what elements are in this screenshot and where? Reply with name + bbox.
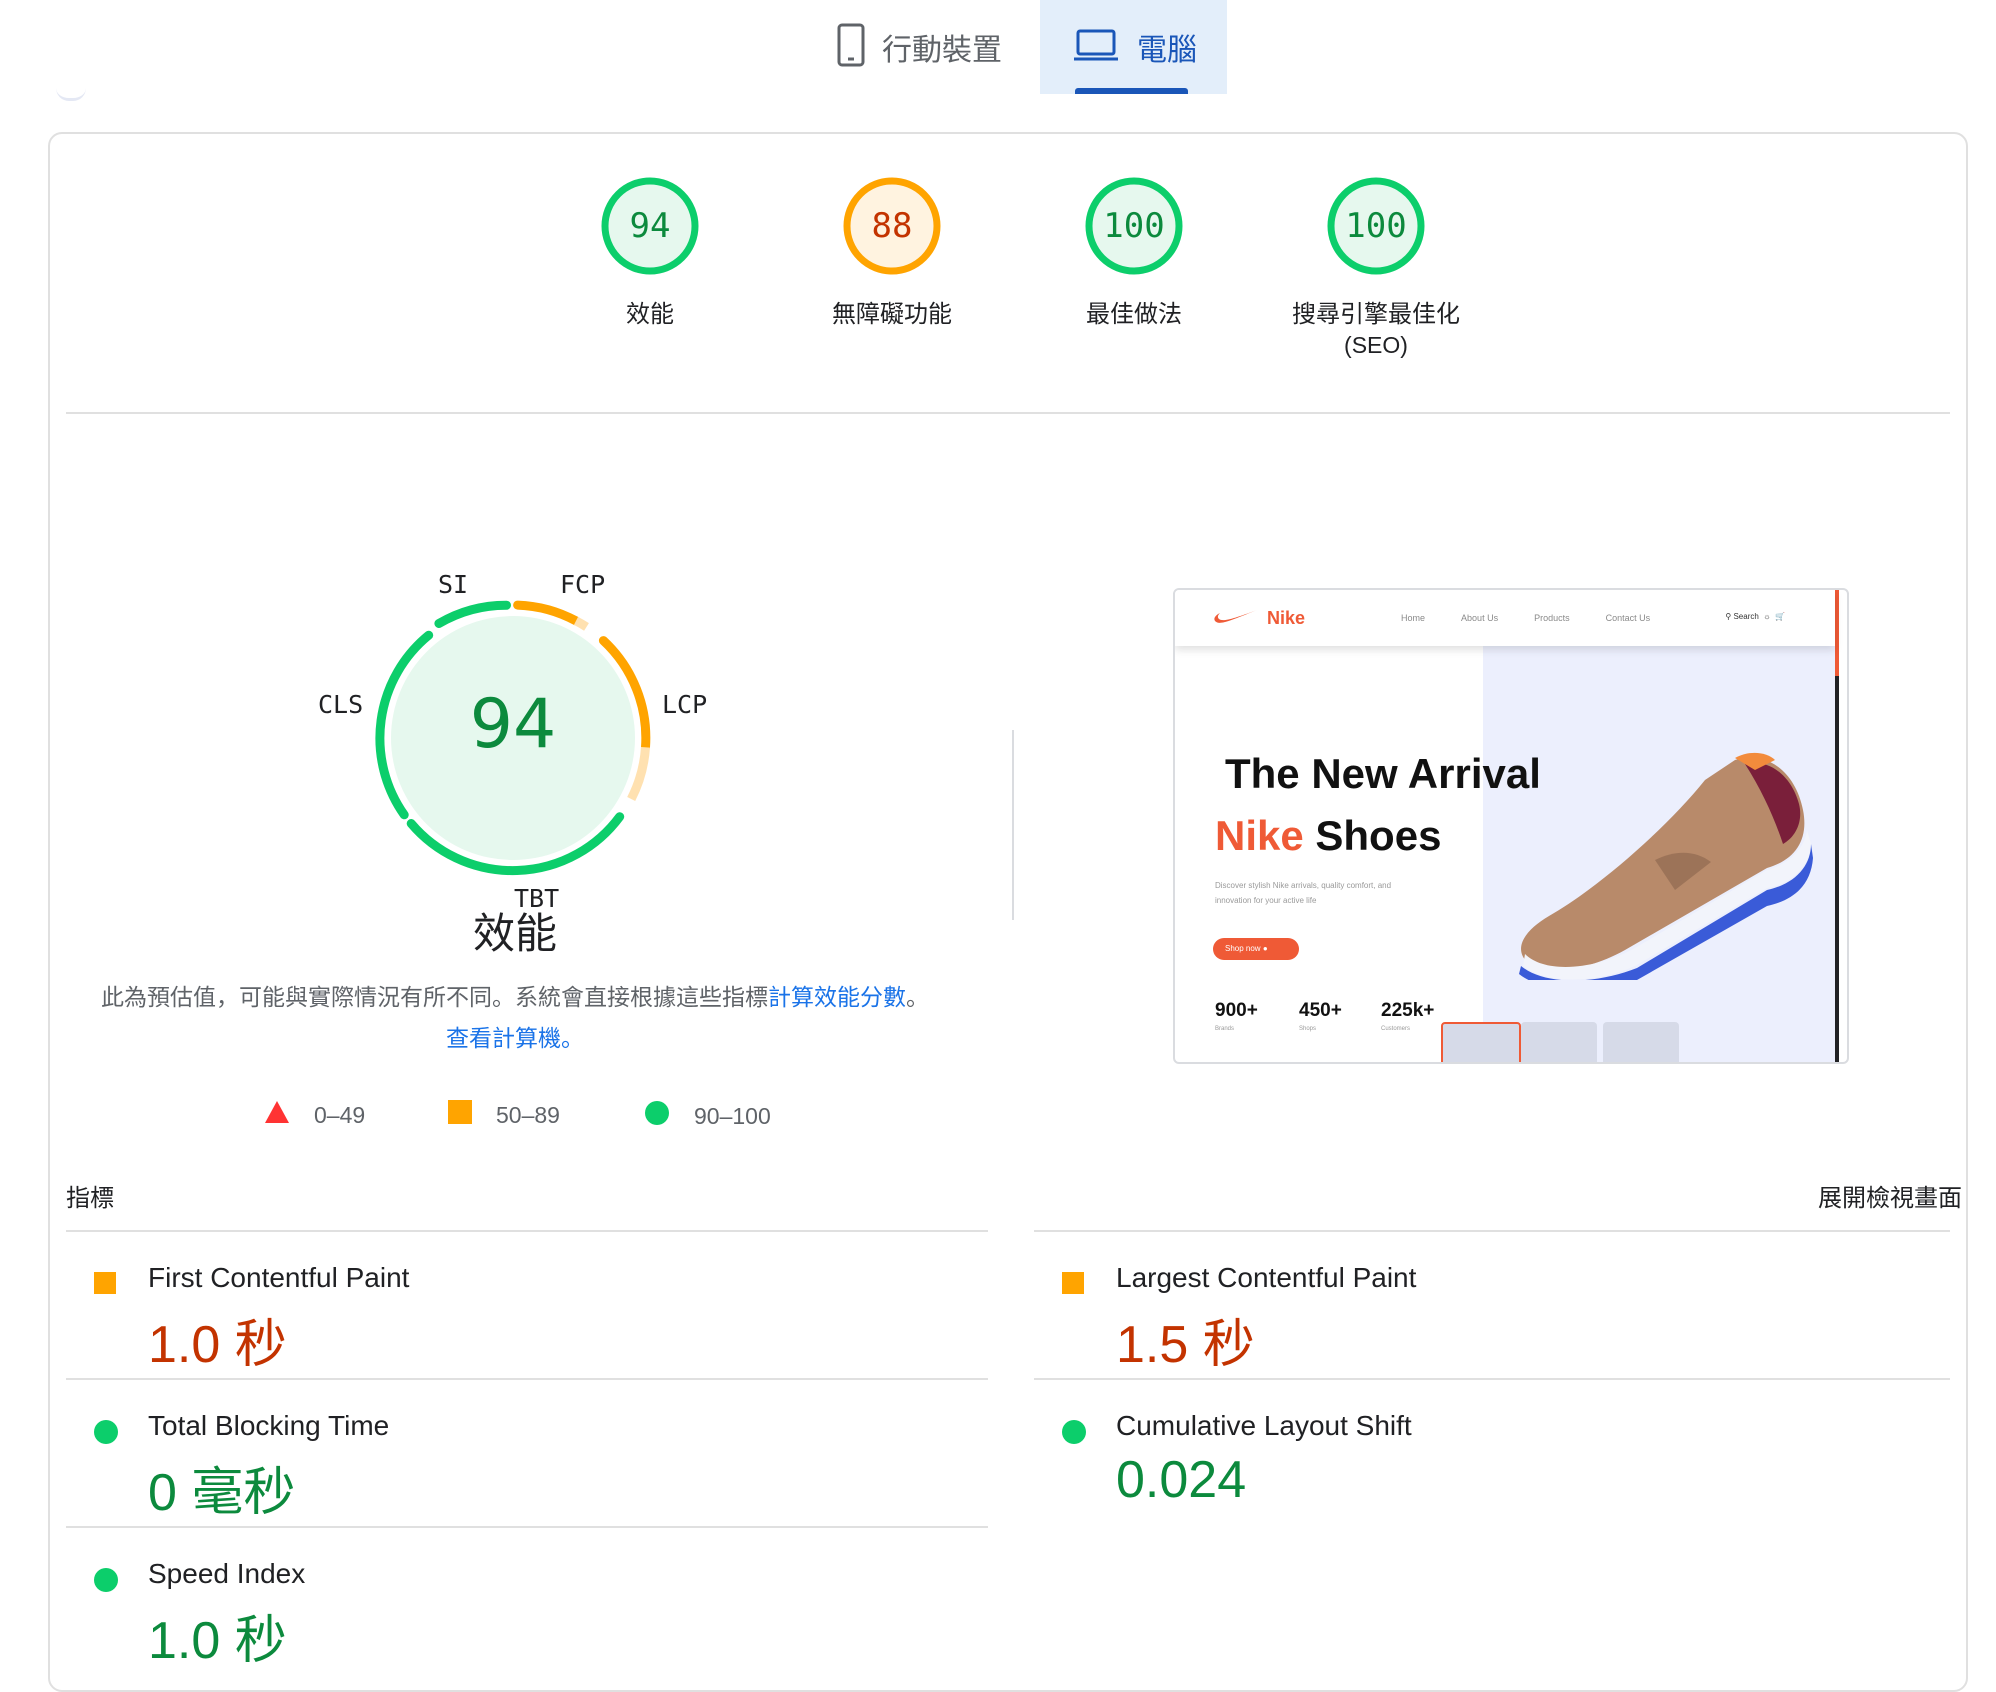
red-triangle-icon xyxy=(264,1100,290,1130)
metric-name: Total Blocking Time xyxy=(148,1410,390,1441)
metrics-title: 指標 xyxy=(66,1184,114,1212)
screenshot-stat: 225k+ xyxy=(1381,1000,1435,1021)
legend-range: 0–49 xyxy=(314,1101,366,1128)
metric-cls: Cumulative Layout Shift 0.024 xyxy=(1034,1380,1954,1526)
swoosh-logo-icon xyxy=(1213,607,1259,630)
metric-name: Largest Contentful Paint xyxy=(1116,1262,1417,1293)
screenshot-navbar: Nike Home About Us Products Contact Us ⚲… xyxy=(1175,590,1835,646)
active-tab-indicator xyxy=(1075,88,1188,94)
metric-value: 0 毫秒 xyxy=(148,1464,296,1522)
headline-rest: Shoes xyxy=(1315,812,1442,859)
gauge-accessibility[interactable]: 88 無障礙功能 xyxy=(762,176,1022,332)
gauge-label: 效能 xyxy=(626,300,674,328)
screenshot-nav-link: Products xyxy=(1534,613,1570,623)
metric-name: Speed Index xyxy=(148,1558,306,1589)
gauge-score: 94 xyxy=(629,206,671,246)
metric-tbt: Total Blocking Time 0 毫秒 xyxy=(66,1380,986,1526)
metric-si: Speed Index 1.0 秒 xyxy=(66,1528,986,1674)
smartphone-icon xyxy=(836,23,866,72)
screenshot-search: ⚲ Search ☼ 🛒 xyxy=(1725,612,1785,621)
orange-square-icon xyxy=(1062,1272,1084,1299)
headline-accent: Nike xyxy=(1215,812,1304,859)
screenshot-thumb-card xyxy=(1441,1022,1521,1062)
gauge-tag-cls: CLS xyxy=(318,690,364,719)
screenshot-stat: 900+ xyxy=(1215,1000,1258,1021)
sneaker-image xyxy=(1519,752,1813,980)
gauge-label: 無障礙功能 xyxy=(832,300,952,328)
gauge-best-practices[interactable]: 100 最佳做法 xyxy=(1004,176,1264,332)
gauge-label: 最佳做法 xyxy=(1086,300,1182,328)
gauge-sublabel: (SEO) xyxy=(1344,332,1408,358)
score-calculation-link[interactable]: 計算效能分數 xyxy=(768,985,906,1011)
final-screenshot[interactable]: Nike Home About Us Products Contact Us ⚲… xyxy=(1173,588,1849,1064)
cta-label: Shop now xyxy=(1225,944,1261,953)
metric-name: First Contentful Paint xyxy=(148,1262,410,1293)
description-text: 此為預估值，可能與實際情況有所不同。系統會直接根據這些指標 xyxy=(101,985,768,1011)
screenshot-nav-link: About Us xyxy=(1461,613,1499,623)
gauge-tag-lcp: LCP xyxy=(662,690,708,719)
green-circle-icon xyxy=(94,1420,118,1449)
gauge-performance[interactable]: 94 效能 xyxy=(520,176,780,332)
metric-value: 1.5 秒 xyxy=(1116,1316,1255,1374)
gauge-tag-si: SI xyxy=(438,570,469,599)
gauge-seo[interactable]: 100 搜尋引擎最佳化 (SEO) xyxy=(1246,176,1506,359)
performance-title: 效能 xyxy=(472,909,557,958)
screenshot-stat-label: Shops xyxy=(1299,1026,1317,1032)
description-separator: 。 xyxy=(906,985,929,1011)
legend-range: 50–89 xyxy=(496,1101,560,1128)
gauge-tag-fcp: FCP xyxy=(560,570,606,599)
screenshot-nav-link: Contact Us xyxy=(1605,613,1651,623)
screenshot-nav-link: Home xyxy=(1401,613,1426,623)
decorative-arc xyxy=(56,88,86,101)
screenshot-cta: Shop now ● xyxy=(1213,938,1299,960)
gauge-label: 搜尋引擎最佳化 xyxy=(1292,300,1460,328)
calculator-link[interactable]: 查看計算機。 xyxy=(446,1026,584,1052)
screenshot-thumb-card xyxy=(1603,1022,1679,1062)
divider xyxy=(66,412,1950,414)
magnifier-icon: ⚲ xyxy=(1725,612,1732,621)
gauge-score: 100 xyxy=(1103,206,1165,246)
performance-description: 此為預估值，可能與實際情況有所不同。系統會直接根據這些指標計算效能分數。查看計算… xyxy=(100,978,930,1060)
tab-desktop[interactable]: 電腦 xyxy=(1040,0,1227,94)
screenshot-scrollbar-thumb xyxy=(1835,590,1839,676)
metric-name: Cumulative Layout Shift xyxy=(1116,1410,1412,1441)
screenshot-stat: 450+ xyxy=(1299,1000,1342,1021)
gauge-score: 100 xyxy=(1345,206,1407,246)
vertical-divider xyxy=(1012,730,1014,920)
orange-square-icon xyxy=(448,1100,472,1130)
legend-pass: 90–100 xyxy=(644,1100,771,1132)
metric-value: 1.0 秒 xyxy=(148,1612,287,1670)
screenshot-blurb: Discover stylish Nike arrivals, quality … xyxy=(1215,881,1392,905)
expand-view-toggle[interactable]: 展開檢視畫面 xyxy=(1818,1178,1962,1213)
screenshot-stat-label: Customers xyxy=(1381,1026,1411,1032)
performance-score: 94 xyxy=(469,685,557,764)
metric-value: 0.024 xyxy=(1116,1451,1247,1509)
green-circle-icon xyxy=(644,1100,670,1132)
tab-mobile[interactable]: 行動裝置 xyxy=(830,0,1040,94)
screenshot-thumb-card xyxy=(1521,1022,1597,1062)
legend-fail: 0–49 xyxy=(264,1100,365,1130)
metric-value: 1.0 秒 xyxy=(148,1316,287,1374)
legend-range: 90–100 xyxy=(694,1102,771,1129)
screenshot-stat-label: Brands xyxy=(1215,1026,1235,1032)
metric-fcp: First Contentful Paint 1.0 秒 xyxy=(66,1232,986,1378)
laptop-icon xyxy=(1073,28,1119,67)
tab-mobile-label: 行動裝置 xyxy=(882,33,1002,68)
orange-square-icon xyxy=(94,1272,116,1299)
metric-lcp: Largest Contentful Paint 1.5 秒 xyxy=(1034,1232,1954,1378)
screenshot-headline-2: Nike Shoes xyxy=(1215,812,1441,860)
legend-average: 50–89 xyxy=(448,1100,560,1130)
screenshot-brand: Nike xyxy=(1267,607,1306,628)
screenshot-search-label: Search xyxy=(1733,612,1759,621)
gauge-score: 88 xyxy=(871,206,913,246)
screenshot-headline: The New Arrival xyxy=(1225,750,1541,797)
green-circle-icon xyxy=(94,1568,118,1597)
tab-desktop-label: 電腦 xyxy=(1137,33,1197,68)
green-circle-icon xyxy=(1062,1420,1086,1449)
